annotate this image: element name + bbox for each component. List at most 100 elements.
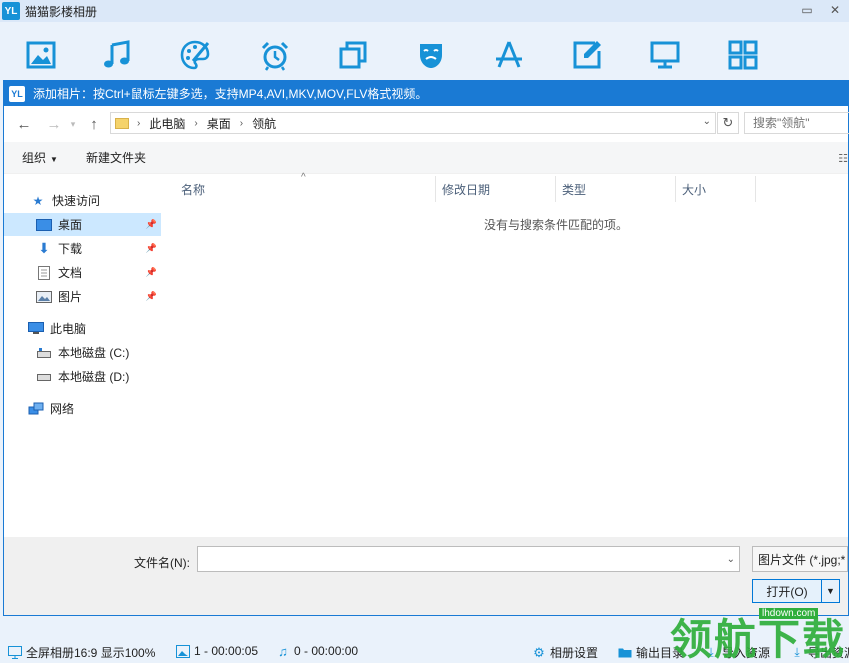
alarm-clock-icon[interactable] [258, 38, 292, 72]
folder-icon [618, 646, 632, 659]
forward-icon[interactable]: → [42, 112, 66, 136]
image-icon[interactable] [24, 38, 58, 72]
sidebar-item-drive-d[interactable]: 本地磁盘 (D:) [36, 365, 129, 388]
app-titlebar: YL 猫猫影楼相册 ▭ ✕ [0, 0, 849, 22]
edit-icon[interactable] [570, 38, 604, 72]
column-header-name[interactable]: 名称 [164, 176, 436, 202]
sidebar-item-drive-c[interactable]: 本地磁盘 (C:) [36, 341, 129, 364]
sidebar-item-quick-access[interactable]: ★ 快速访问 [30, 189, 100, 212]
search-field[interactable] [744, 112, 849, 134]
sidebar-item-network[interactable]: 网络 [28, 397, 74, 420]
watermark-text: 领航下载 [670, 615, 847, 663]
app-logo: YL [2, 2, 20, 20]
column-header-modified[interactable]: 修改日期 [436, 176, 556, 202]
filename-label: 文件名(N): [134, 556, 190, 570]
palette-icon[interactable] [178, 38, 212, 72]
pin-icon[interactable]: 📌 [146, 243, 157, 254]
picture-icon [36, 290, 52, 304]
dialog-logo: YL [9, 85, 25, 102]
sidebar-item-desktop[interactable]: 桌面 📌 [4, 213, 161, 236]
restore-icon[interactable]: ▭ [793, 0, 821, 20]
album-settings-label: 相册设置 [550, 646, 599, 660]
file-type-select[interactable]: 图片文件 (*.jpg;* [752, 546, 848, 572]
window-controls: ▭ ✕ [793, 0, 849, 20]
music-icon[interactable] [100, 38, 134, 72]
watermark: 领航下载 lhdown.com [664, 604, 849, 663]
refresh-icon[interactable]: ↻ [717, 112, 739, 134]
sidebar-item-label: 下载 [58, 242, 83, 256]
open-button[interactable]: 打开(O) ▼ [752, 579, 840, 603]
add-photos-dialog: YL 添加相片：按Ctrl+鼠标左键多选，支持MP4,AVI,MKV,MOV,F… [3, 80, 849, 616]
new-folder-button[interactable]: 新建文件夹 [86, 149, 146, 166]
dialog-title: 添加相片：按Ctrl+鼠标左键多选，支持MP4,AVI,MKV,MOV,FLV格… [33, 87, 428, 101]
caret-down-icon: ▼ [50, 155, 58, 164]
album-status-text: 全屏相册16:9 显示100% [26, 646, 156, 660]
file-list: ^ 名称 修改日期 类型 大小 没有与搜索条件匹配的项。 [164, 172, 848, 536]
empty-results-message: 没有与搜索条件匹配的项。 [483, 218, 628, 232]
breadcrumb-current[interactable]: 领航 [252, 115, 276, 132]
monitor-icon [8, 646, 22, 659]
close-icon[interactable]: ✕ [821, 0, 849, 20]
sidebar-item-label: 桌面 [58, 218, 83, 232]
chevron-right-icon[interactable]: › [194, 118, 197, 129]
copy-icon[interactable] [336, 38, 370, 72]
command-bar: 组织 ▼ 新建文件夹 ☷ [4, 142, 848, 174]
gear-icon: ⚙ [533, 644, 545, 660]
organize-menu[interactable]: 组织 ▼ [22, 149, 58, 166]
recent-locations-icon[interactable]: ▾ [66, 112, 80, 136]
sidebar-item-label: 图片 [58, 290, 83, 304]
app-title: 猫猫影楼相册 [25, 4, 98, 19]
sidebar-item-pictures[interactable]: 图片 📌 [4, 285, 161, 308]
photo-count-text: 1 - 00:00:05 [194, 644, 259, 658]
pin-icon[interactable]: 📌 [146, 267, 157, 278]
open-button-label: 打开(O) [766, 584, 808, 599]
filename-input[interactable] [198, 547, 739, 571]
app-store-icon[interactable] [492, 38, 526, 72]
view-options-icon[interactable]: ☷ [838, 152, 848, 165]
photo-count-status: 1 - 00:00:05 [176, 644, 258, 658]
sidebar-item-label: 网络 [50, 402, 75, 416]
album-settings-button[interactable]: ⚙ 相册设置 [532, 644, 598, 661]
document-icon [36, 265, 52, 280]
sidebar-item-downloads[interactable]: ⬇ 下载 📌 [4, 237, 161, 260]
chevron-down-icon[interactable]: ⌄ [703, 116, 711, 127]
sidebar-item-this-pc[interactable]: 此电脑 [28, 317, 86, 340]
drive-icon [36, 370, 52, 384]
up-icon[interactable]: ↑ [82, 112, 106, 136]
sidebar-item-label: 本地磁盘 (D:) [58, 370, 130, 384]
pin-icon[interactable]: 📌 [146, 291, 157, 302]
sidebar-item-documents[interactable]: 文档 📌 [4, 261, 161, 284]
drive-icon [36, 346, 52, 360]
column-header-type[interactable]: 类型 [556, 176, 676, 202]
filename-field[interactable]: ⌄ [197, 546, 740, 572]
navigation-pane: ★ 快速访问 桌面 📌 ⬇ 下载 📌 文档 📌 图片 📌 此电脑 本地磁盘 (C… [4, 176, 162, 536]
sidebar-item-label: 快速访问 [52, 194, 101, 208]
folder-icon [115, 117, 129, 129]
organize-label: 组织 [22, 151, 47, 165]
column-header-size[interactable]: 大小 [676, 176, 756, 202]
network-icon [28, 402, 44, 416]
image-icon [176, 644, 190, 658]
monitor-icon[interactable] [648, 38, 682, 72]
music-count-text: 0 - 00:00:00 [294, 644, 359, 658]
sidebar-item-label: 文档 [58, 266, 83, 280]
sidebar-item-label: 此电脑 [50, 322, 87, 336]
chevron-down-icon[interactable]: ⌄ [727, 554, 735, 565]
search-input[interactable] [753, 116, 849, 130]
address-bar[interactable]: › 此电脑 › 桌面 › 领航 ⌄ [110, 112, 716, 134]
breadcrumb-this-pc[interactable]: 此电脑 [149, 115, 185, 132]
pin-icon[interactable]: 📌 [146, 219, 157, 230]
music-icon: ♫ [278, 643, 288, 659]
chevron-right-icon[interactable]: › [137, 118, 140, 129]
watermark-domain: lhdown.com [759, 608, 819, 619]
grid-icon[interactable] [726, 38, 760, 72]
theater-mask-icon[interactable] [414, 38, 448, 72]
desktop-icon [36, 218, 52, 232]
breadcrumb-desktop[interactable]: 桌面 [207, 115, 231, 132]
back-icon[interactable]: ← [12, 112, 36, 136]
main-toolbar [0, 22, 849, 80]
download-arrow-icon: ⬇ [38, 240, 50, 256]
caret-down-icon[interactable]: ▼ [821, 580, 839, 602]
music-count-status: ♫ 0 - 00:00:00 [276, 643, 359, 659]
chevron-right-icon[interactable]: › [240, 118, 243, 129]
